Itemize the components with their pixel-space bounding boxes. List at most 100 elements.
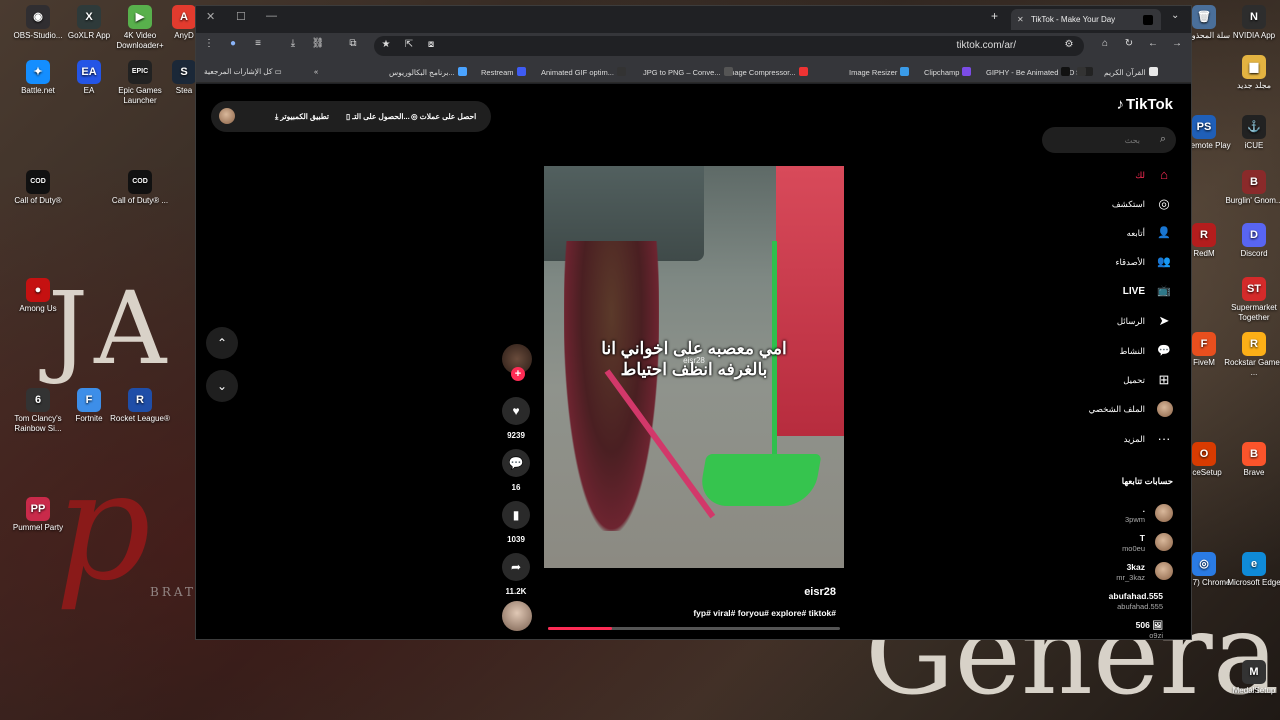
desktop-app-link[interactable]: ⤓ تطبيق الكمبيوتر (275, 112, 329, 122)
desktop-icon[interactable]: ⚓ iCUE (1222, 115, 1280, 151)
nav-icon: ⌂ (1160, 167, 1168, 182)
tab-close-icon[interactable]: ✕ (1017, 9, 1024, 30)
share-arrow-icon[interactable]: ➦ (502, 553, 530, 581)
tab-search-icon[interactable]: ⌄ (1171, 10, 1179, 21)
call-of-duty-icon: COD (128, 170, 152, 194)
install-app-icon[interactable]: ⧇ (424, 39, 438, 50)
desktop-icon[interactable]: PP Pummel Party (6, 497, 70, 533)
bookmark-item[interactable]: JPG to PNG – Conve... (643, 67, 733, 77)
nav-item-label: النشاط (1119, 346, 1145, 356)
following-item[interactable]: Tmo0eu (1023, 529, 1173, 555)
heart-icon[interactable]: ♥ (502, 397, 530, 425)
video-dustpan (697, 454, 822, 506)
save-action[interactable]: ▮ 1039 (502, 501, 530, 544)
bookmark-star-icon[interactable]: ★ (379, 39, 393, 50)
desktop-icon[interactable]: R Rocket League® (108, 388, 172, 424)
following-item[interactable]: 3kaz mr_3kaz (1023, 558, 1173, 584)
coins-link[interactable]: ◎ احصل على عملات (411, 112, 476, 121)
nav-icon: 📺 (1157, 285, 1171, 297)
desktop-icon[interactable]: COD Call of Duty® ... (108, 170, 172, 206)
video-watermark: eisr28 (683, 356, 705, 365)
follow-plus-icon[interactable]: + (511, 367, 525, 381)
following-item[interactable]: abufahad.555 abufahad.555 (1023, 587, 1173, 613)
download-icon[interactable]: ⤓ (286, 38, 300, 49)
tab-tiktok[interactable]: ✕ TikTok - Make Your Day (1011, 9, 1161, 30)
video-author[interactable]: eisr28 (544, 586, 836, 598)
reload-icon[interactable]: ↻ (1122, 38, 1136, 49)
desktop-icon[interactable]: B Burglin' Gnom... (1222, 170, 1280, 206)
desktop-icon[interactable]: ST Supermarket Together (1222, 277, 1280, 323)
desktop-icon[interactable]: COD Call of Duty® (6, 170, 70, 206)
nav-item[interactable]: لك ⌂ (1023, 166, 1173, 184)
user-avatar[interactable] (219, 108, 235, 124)
account-handle: mo0eu (1122, 544, 1145, 553)
bookmark-icon[interactable]: ▮ (502, 501, 530, 529)
bookmark-item[interactable]: القرآن الكريم (1104, 67, 1158, 77)
back-icon[interactable]: ← (1146, 38, 1160, 49)
previous-video-button[interactable]: ⌃ (206, 327, 238, 359)
nav-item[interactable]: استكشف ◎ (1023, 195, 1173, 213)
following-header: حسابات تتابعها (1121, 476, 1173, 486)
nav-item[interactable]: تحميل ⊞ (1023, 371, 1173, 389)
maximize-icon[interactable]: ☐ (236, 10, 246, 23)
video-player[interactable]: امي معصبه على اخواني انا بالغرفه انظف اح… (544, 166, 844, 568)
bookmark-item[interactable]: Clipchamp (924, 67, 972, 77)
following-item[interactable]: . 3pwm (1023, 500, 1173, 526)
comment-icon[interactable]: 💬 (502, 449, 530, 477)
minimize-icon[interactable]: — (266, 10, 277, 22)
extensions-icon[interactable]: ⧉ (346, 38, 360, 49)
link-icon[interactable]: ⛓ (311, 38, 325, 49)
site-settings-icon[interactable]: ⚙ (1062, 39, 1076, 50)
bookmark-item[interactable]: Image Compressor... (726, 67, 808, 77)
menu-icon[interactable]: ⋮ (202, 38, 216, 49)
desktop-icon-label: Burglin' Gnom... (1225, 196, 1280, 205)
bookmark-item[interactable]: Image Resizer (849, 67, 910, 77)
all-bookmarks-button[interactable]: كل الإشارات المرجعية ▭ (204, 67, 282, 76)
video-hashtags[interactable]: fyp# viral# foryou# explore# tiktok# (544, 608, 836, 618)
desktop-icon-label: Rockstar Games ... (1224, 358, 1280, 377)
get-app-link[interactable]: ▯ الحصول على التـ... (346, 112, 410, 121)
desktop-icon[interactable]: ▆ مجلد جديد (1222, 55, 1280, 91)
comment-action[interactable]: 💬 16 (502, 449, 530, 492)
new-tab-button[interactable]: + (991, 9, 998, 23)
nav-item[interactable]: الملف الشخصي (1023, 400, 1173, 418)
app-icon: ▆ (1242, 55, 1266, 79)
search-input[interactable]: بحث ⌕ (1042, 127, 1176, 153)
nav-item[interactable]: الرسائل ➤ (1023, 312, 1173, 330)
desktop-icon[interactable]: N NVIDIA App (1222, 5, 1280, 41)
reading-list-icon[interactable]: ≡ (251, 38, 265, 49)
app-icon: D (1242, 223, 1266, 247)
profile-icon[interactable]: ● (226, 38, 240, 49)
desktop-icon[interactable]: B Brave (1222, 442, 1280, 478)
sound-avatar[interactable] (502, 601, 532, 631)
address-bar[interactable]: ★ ⇱ ⧇ tiktok.com/ar/ ⚙ (374, 36, 1084, 56)
nav-item[interactable]: LIVE 📺 (1023, 282, 1173, 300)
next-video-button[interactable]: ⌄ (206, 370, 238, 402)
home-icon[interactable]: ⌂ (1098, 38, 1112, 49)
forward-icon[interactable]: → (1170, 38, 1184, 49)
bookmark-item[interactable]: GIPHY - Be Animated (986, 67, 1071, 77)
bookmarks-overflow-icon[interactable]: « (314, 67, 318, 76)
bookmark-item[interactable]: Restream (481, 67, 526, 77)
desktop-icon[interactable]: ● Among Us (6, 278, 70, 314)
share-icon[interactable]: ⇱ (402, 39, 416, 50)
desktop-icon[interactable]: R Rockstar Games ... (1222, 332, 1280, 378)
bookmark-item[interactable]: برنامج البكالوريوس... (389, 67, 467, 77)
tiktok-logo[interactable]: ♪ TikTok (1117, 96, 1175, 114)
nav-item[interactable]: أتابعه 👤 (1023, 224, 1173, 242)
nav-item[interactable]: الأصدقاء 👥 (1023, 253, 1173, 271)
obs-studio-icon: ◉ (26, 5, 50, 29)
following-item[interactable]: 506 🖼 o9zi (1023, 616, 1173, 639)
desktop-icon[interactable]: M MedalSetup (1222, 660, 1280, 696)
bookmark-item[interactable]: Animated GIF optim... (541, 67, 626, 77)
desktop-icon[interactable]: e Microsoft Edge (1222, 552, 1280, 588)
desktop-icon[interactable]: D Discord (1222, 223, 1280, 259)
like-action[interactable]: ♥ 9239 (502, 397, 530, 440)
bookmark-label: Animated GIF optim... (541, 68, 614, 77)
video-progress-bar[interactable] (548, 627, 840, 630)
search-icon[interactable]: ⌕ (1160, 133, 1166, 146)
nav-item[interactable]: النشاط 💬 (1023, 342, 1173, 360)
close-window-icon[interactable]: ✕ (206, 10, 215, 23)
share-action[interactable]: ➦ 11.2K (502, 553, 530, 596)
nav-item[interactable]: المزيد ··· (1023, 430, 1173, 448)
